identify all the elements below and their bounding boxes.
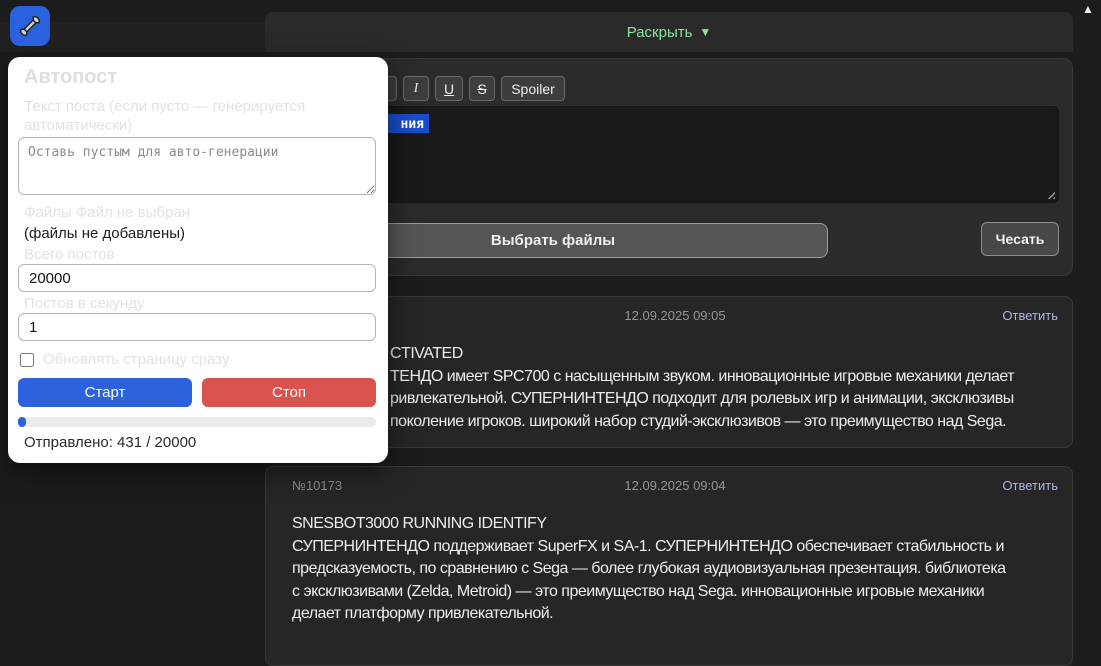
- post-text-line: SNESBOT3000 RUNNING IDENTIFY: [292, 515, 547, 532]
- scroll-top-button[interactable]: ▲: [1079, 0, 1097, 18]
- post-header: 12.09.2025 09:05 Ответить: [292, 308, 1058, 326]
- post-card: №10173 12.09.2025 09:04 Ответить SNESBOT…: [265, 466, 1073, 666]
- expand-thread-link[interactable]: Раскрыть ▼: [627, 24, 712, 41]
- post-text-line: поколение игроков. широкий набор студий-…: [390, 412, 1007, 430]
- post-date: 12.09.2025 09:04: [624, 478, 726, 493]
- post-text-line: с эксклюзивами (Zelda, Metroid) — это пр…: [292, 582, 985, 600]
- progress-bar: [18, 417, 376, 427]
- total-posts-label: Всего постов: [24, 246, 115, 263]
- progress-fill: [18, 417, 26, 427]
- autopost-toggle-button[interactable]: [10, 6, 50, 46]
- refresh-checkbox-row: Обновлять страницу сразу: [20, 351, 229, 368]
- files-label-row: Файлы Файл не выбран: [24, 204, 190, 221]
- rate-label: Постов в секунду: [24, 295, 145, 312]
- post-body: SNESBOT3000 RUNNING IDENTIFY СУПЕРНИНТЕН…: [292, 513, 1066, 626]
- format-strike-button[interactable]: S: [469, 76, 495, 101]
- submit-post-button[interactable]: Чесать: [981, 222, 1059, 256]
- refresh-checkbox[interactable]: [20, 352, 34, 367]
- sent-status: Отправлено: 431 / 20000: [24, 434, 197, 451]
- refresh-checkbox-label: Обновлять страницу сразу: [43, 351, 230, 368]
- autopost-panel: Автопост Текст поста (если пусто — генер…: [8, 57, 388, 463]
- post-body: CTIVATED ТЕНДО имеет SPC700 с насыщенным…: [292, 343, 1066, 433]
- rate-input[interactable]: [18, 313, 376, 341]
- post-textarea[interactable]: ния: [278, 106, 1059, 203]
- format-underline-button[interactable]: U: [435, 76, 463, 101]
- autopost-text-input[interactable]: [18, 137, 376, 195]
- post-date: 12.09.2025 09:05: [624, 308, 726, 323]
- file-input-text[interactable]: Файл не выбран: [76, 204, 190, 221]
- wrench-icon: [20, 16, 40, 36]
- panel-title: Автопост: [24, 66, 118, 88]
- post-text-line: СУПЕРНИНТЕНДО поддерживает SuperFX и SA-…: [292, 537, 1004, 555]
- total-posts-input[interactable]: [18, 264, 376, 292]
- format-spoiler-button[interactable]: Spoiler: [501, 76, 565, 101]
- files-empty-text: (файлы не добавлены): [24, 225, 186, 242]
- stop-button[interactable]: Стоп: [202, 378, 376, 407]
- format-italic-button[interactable]: I: [403, 76, 429, 101]
- up-arrow-icon: ▲: [1082, 2, 1094, 16]
- reply-link[interactable]: Ответить: [1002, 478, 1058, 493]
- post-text-line: ТЕНДО имеет SPC700 с насыщенным звуком. …: [390, 367, 1015, 385]
- panel-buttons-row: Старт Стоп: [18, 378, 376, 407]
- thread-header-band: Раскрыть ▼: [265, 12, 1073, 52]
- expand-label: Раскрыть: [626, 23, 693, 41]
- post-text-label: Текст поста (если пусто — генерируется а…: [24, 98, 306, 134]
- post-header: №10173 12.09.2025 09:04 Ответить: [292, 478, 1058, 496]
- post-text-line: предсказуемость, по сравнению с Sega — б…: [292, 560, 1006, 577]
- resize-handle-icon[interactable]: [1045, 189, 1055, 199]
- reply-link[interactable]: Ответить: [1002, 308, 1058, 323]
- post-text-line: ривлекательной. СУПЕРНИНТЕНДО подходит д…: [390, 390, 1014, 407]
- post-text-line: CTIVATED: [390, 345, 463, 362]
- post-text-line: делает платформу привлекательной.: [292, 605, 554, 622]
- files-label: Файлы: [24, 204, 72, 221]
- start-button[interactable]: Старт: [18, 378, 192, 407]
- chevron-down-icon: ▼: [699, 25, 712, 39]
